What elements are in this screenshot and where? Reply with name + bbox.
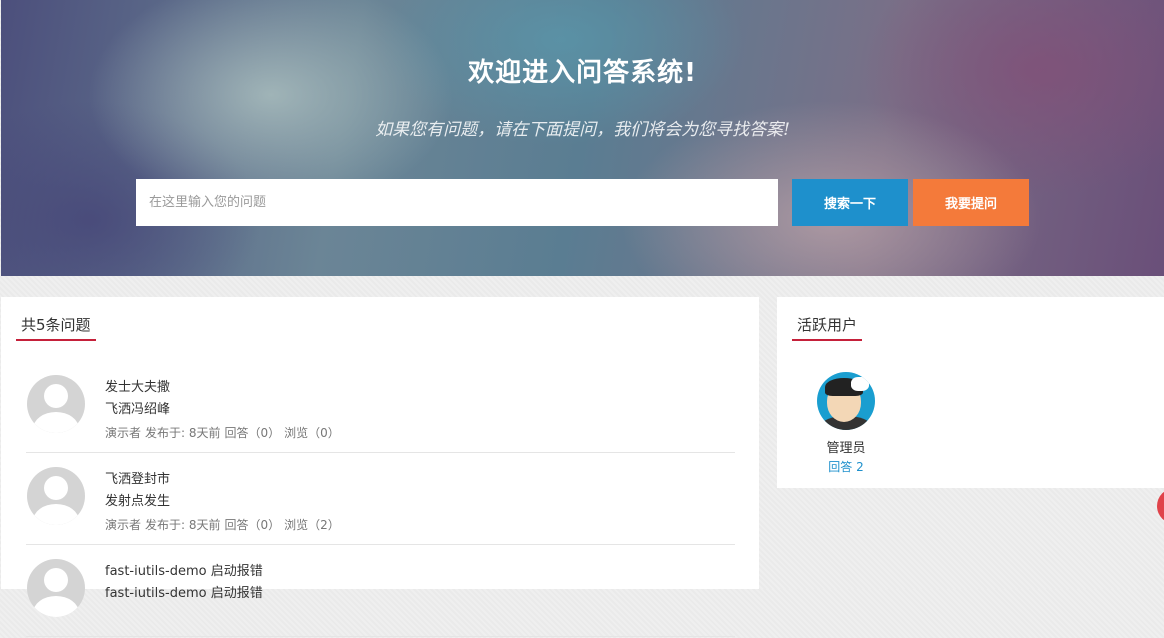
- question-description: 飞洒冯绍峰: [105, 402, 171, 417]
- hero-title: 欢迎进入问答系统!: [468, 58, 697, 88]
- admin-avatar-icon[interactable]: [817, 372, 875, 430]
- question-item[interactable]: 发士大夫撒 飞洒冯绍峰 演示者 发布于: 8天前 回答（0） 浏览（0）: [26, 362, 735, 453]
- active-user-answer-count: 回答 2: [828, 460, 864, 474]
- question-title[interactable]: 发士大夫撒: [105, 376, 170, 395]
- user-avatar-placeholder-icon: [27, 559, 85, 617]
- hero-banner: 欢迎进入问答系统! 如果您有问题，请在下面提问，我们将会为您寻找答案! 搜索一下…: [1, 0, 1164, 276]
- questions-panel: 共5条问题 发士大夫撒 飞洒冯绍峰 演示者 发布于: 8天前 回答（0） 浏览（0） …: [1, 297, 759, 637]
- question-meta: 演示者 发布于: 8天前 回答（0） 浏览（2）: [105, 516, 344, 533]
- question-description: 发射点发生: [105, 494, 171, 509]
- question-views: 浏览（0）: [284, 426, 340, 440]
- question-list: 发士大夫撒 飞洒冯绍峰 演示者 发布于: 8天前 回答（0） 浏览（0） 飞洒登封市 …: [26, 362, 735, 638]
- question-published: 发布于: 8天前: [145, 426, 221, 440]
- question-item[interactable]: 飞洒登封市 发射点发生 演示者 发布于: 8天前 回答（0） 浏览（2）: [26, 454, 735, 545]
- questions-count-heading: 共5条问题: [16, 314, 96, 341]
- question-views: 浏览（2）: [284, 518, 340, 532]
- question-title[interactable]: fast-iutils-demo 启动报错: [105, 560, 263, 579]
- question-published: 发布于: 8天前: [145, 518, 221, 532]
- hero-subtitle: 如果您有问题，请在下面提问，我们将会为您寻找答案!: [375, 120, 790, 140]
- question-title[interactable]: 飞洒登封市: [105, 468, 170, 487]
- question-author: 演示者: [105, 426, 142, 440]
- question-author: 演示者: [105, 518, 142, 532]
- question-description: fast-iutils-demo 启动报错: [105, 586, 263, 601]
- question-item[interactable]: fast-iutils-demo 启动报错 fast-iutils-demo 启…: [26, 546, 735, 637]
- user-avatar-placeholder-icon: [27, 375, 85, 433]
- question-answers: 回答（0）: [224, 518, 281, 532]
- question-meta: 演示者 发布于: 8天前 回答（0） 浏览（0）: [105, 424, 344, 441]
- search-button[interactable]: 搜索一下: [792, 179, 908, 226]
- active-user-name[interactable]: 管理员: [806, 437, 886, 456]
- user-avatar-placeholder-icon: [27, 467, 85, 525]
- floating-action-button[interactable]: [1157, 488, 1164, 524]
- active-users-heading: 活跃用户: [792, 314, 863, 341]
- active-users-panel: 活跃用户 管理员 回答 2: [777, 297, 1164, 488]
- question-answers: 回答（0）: [224, 426, 281, 440]
- ask-question-button[interactable]: 我要提问: [913, 179, 1029, 226]
- question-search-input[interactable]: [136, 179, 778, 226]
